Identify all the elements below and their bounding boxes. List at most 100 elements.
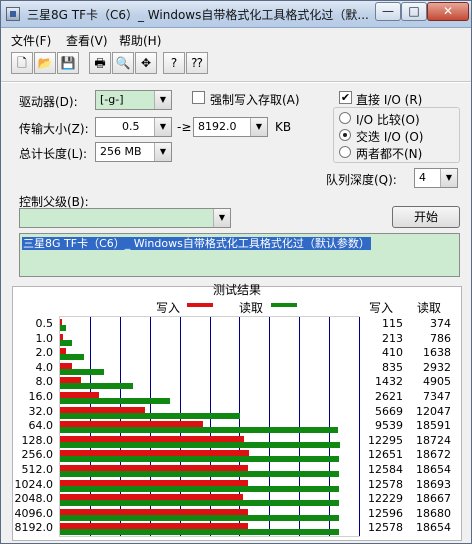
chart-category-label: 2048.0 xyxy=(14,492,54,506)
chart-category-label: 4.0 xyxy=(35,360,54,374)
chart-bar-read xyxy=(60,529,339,536)
context-help-icon[interactable]: ⁇ xyxy=(186,52,208,74)
write-value: 12578 xyxy=(368,521,403,535)
app-icon xyxy=(6,7,20,21)
chart-bar-read xyxy=(60,500,340,507)
drive-select[interactable]: [-g-] ▼ xyxy=(95,90,172,110)
read-value: 18654 xyxy=(416,521,451,535)
chart-category-label: 128.0 xyxy=(21,433,54,447)
write-value: 12651 xyxy=(368,448,403,462)
move-icon[interactable]: ✥ xyxy=(135,52,157,74)
neither-radio[interactable] xyxy=(339,146,351,158)
save-icon[interactable]: 💾 xyxy=(57,52,79,74)
chevron-down-icon: ▼ xyxy=(213,209,230,227)
results-chart xyxy=(59,316,360,537)
chevron-down-icon: ▼ xyxy=(154,91,171,109)
column-read-header: 读取 xyxy=(417,301,442,315)
chart-category-label: 64.0 xyxy=(28,419,54,433)
chart-category-label: 4096.0 xyxy=(14,506,54,520)
write-value: 410 xyxy=(382,346,403,360)
legend-write-label: 写入 xyxy=(156,301,181,315)
read-value: 18672 xyxy=(416,448,451,462)
write-value: 115 xyxy=(382,317,403,330)
chart-bar-read xyxy=(60,514,340,521)
read-value: 374 xyxy=(430,317,451,330)
print-icon[interactable]: 🖶 xyxy=(89,52,111,74)
chart-bar-read xyxy=(60,354,85,361)
open-icon[interactable]: 📂 xyxy=(34,52,56,74)
write-value: 835 xyxy=(382,360,403,374)
write-value: 12295 xyxy=(368,433,403,447)
read-value: 18724 xyxy=(416,433,451,447)
write-value: 12229 xyxy=(368,492,403,506)
chart-bar-read xyxy=(60,412,241,419)
window-title: 三星8G TF卡（C6）_ Windows自带格式化工具格式化过（默... xyxy=(27,8,369,22)
io-compare-radio[interactable] xyxy=(339,112,351,124)
total-length-value: 256 MB xyxy=(100,145,142,158)
read-value: 12047 xyxy=(416,404,451,418)
chart-bar-read xyxy=(60,427,338,434)
new-icon[interactable]: 🗋 xyxy=(11,52,33,74)
read-value: 18680 xyxy=(416,506,451,520)
chevron-down-icon: ▼ xyxy=(154,118,171,136)
write-value: 5669 xyxy=(375,404,403,418)
chart-category-label: 0.5 xyxy=(35,317,54,330)
total-length-select[interactable]: 256 MB ▼ xyxy=(95,142,172,162)
menu-view[interactable]: 查看(V) xyxy=(66,32,108,49)
force-write-checkbox[interactable] xyxy=(192,91,205,104)
chart-category-label: 32.0 xyxy=(28,404,54,418)
write-value: 1432 xyxy=(375,375,403,389)
chart-bar-read xyxy=(60,471,339,477)
close-button[interactable]: ✕ xyxy=(427,2,469,21)
overlapped-io-radio[interactable] xyxy=(339,129,351,141)
chevron-down-icon: ▼ xyxy=(440,169,457,187)
title-bar[interactable]: 三星8G TF卡（C6）_ Windows自带格式化工具格式化过（默... — … xyxy=(1,1,471,28)
chart-bar-read xyxy=(60,485,340,492)
queue-depth-label: 队列深度(Q): xyxy=(326,173,397,187)
legend-read-swatch xyxy=(271,303,297,307)
write-value: 12596 xyxy=(368,506,403,520)
io-compare-label: I/O 比较(O) xyxy=(356,113,420,127)
transfer-min-select[interactable]: 0.5 ▼ xyxy=(95,117,172,137)
transfer-max-select[interactable]: 8192.0 ▼ xyxy=(193,117,268,137)
menu-bar: 文件(F) 查看(V) 帮助(H) xyxy=(1,29,471,49)
read-value: 18693 xyxy=(416,477,451,491)
menu-file[interactable]: 文件(F) xyxy=(11,32,51,49)
menu-help[interactable]: 帮助(H) xyxy=(119,32,161,49)
read-value: 18667 xyxy=(416,492,451,506)
chart-category-label: 2.0 xyxy=(35,346,54,360)
chart-bar-read xyxy=(60,325,66,331)
control-parent-select[interactable]: ▼ xyxy=(19,208,231,228)
chevron-down-icon: ▼ xyxy=(250,118,267,136)
chart-bar-read xyxy=(60,398,170,404)
write-value: 12584 xyxy=(368,463,403,476)
chart-category-label: 8.0 xyxy=(35,375,54,389)
write-value: 9539 xyxy=(375,419,403,433)
start-button[interactable]: 开始 xyxy=(392,206,460,228)
read-value: 1638 xyxy=(423,346,451,360)
chart-bar-read xyxy=(60,441,340,448)
transfer-range-separator: -≥ xyxy=(177,120,192,134)
chart-category-label: 16.0 xyxy=(28,390,54,403)
legend-write-swatch xyxy=(187,303,213,307)
write-value: 2621 xyxy=(375,390,403,403)
chart-bar-read xyxy=(60,383,134,390)
direct-io-checkbox[interactable]: ✔ xyxy=(339,91,352,104)
minimize-button[interactable]: — xyxy=(375,2,401,21)
maximize-button[interactable]: □ xyxy=(401,2,427,21)
transfer-size-label: 传输大小(Z): xyxy=(19,122,89,136)
help-icon[interactable]: ? xyxy=(163,52,185,74)
chart-category-label: 1024.0 xyxy=(14,477,54,491)
overlapped-io-label: 交迭 I/O (O) xyxy=(356,130,424,144)
write-value: 213 xyxy=(382,331,403,345)
queue-depth-select[interactable]: 4 ▼ xyxy=(414,168,458,188)
chart-category-label: 1.0 xyxy=(35,331,54,345)
read-value: 2932 xyxy=(423,360,451,374)
read-value: 786 xyxy=(430,331,451,345)
force-write-label: 强制写入存取(A) xyxy=(210,93,300,107)
description-field[interactable]: 三星8G TF卡（C6）_ Windows自带格式化工具格式化过（默认参数） xyxy=(19,233,460,277)
chart-bar-read xyxy=(60,368,104,375)
print-preview-icon[interactable]: 🔍 xyxy=(112,52,134,74)
app-window: 三星8G TF卡（C6）_ Windows自带格式化工具格式化过（默... — … xyxy=(0,0,472,544)
read-value: 7347 xyxy=(423,390,451,403)
